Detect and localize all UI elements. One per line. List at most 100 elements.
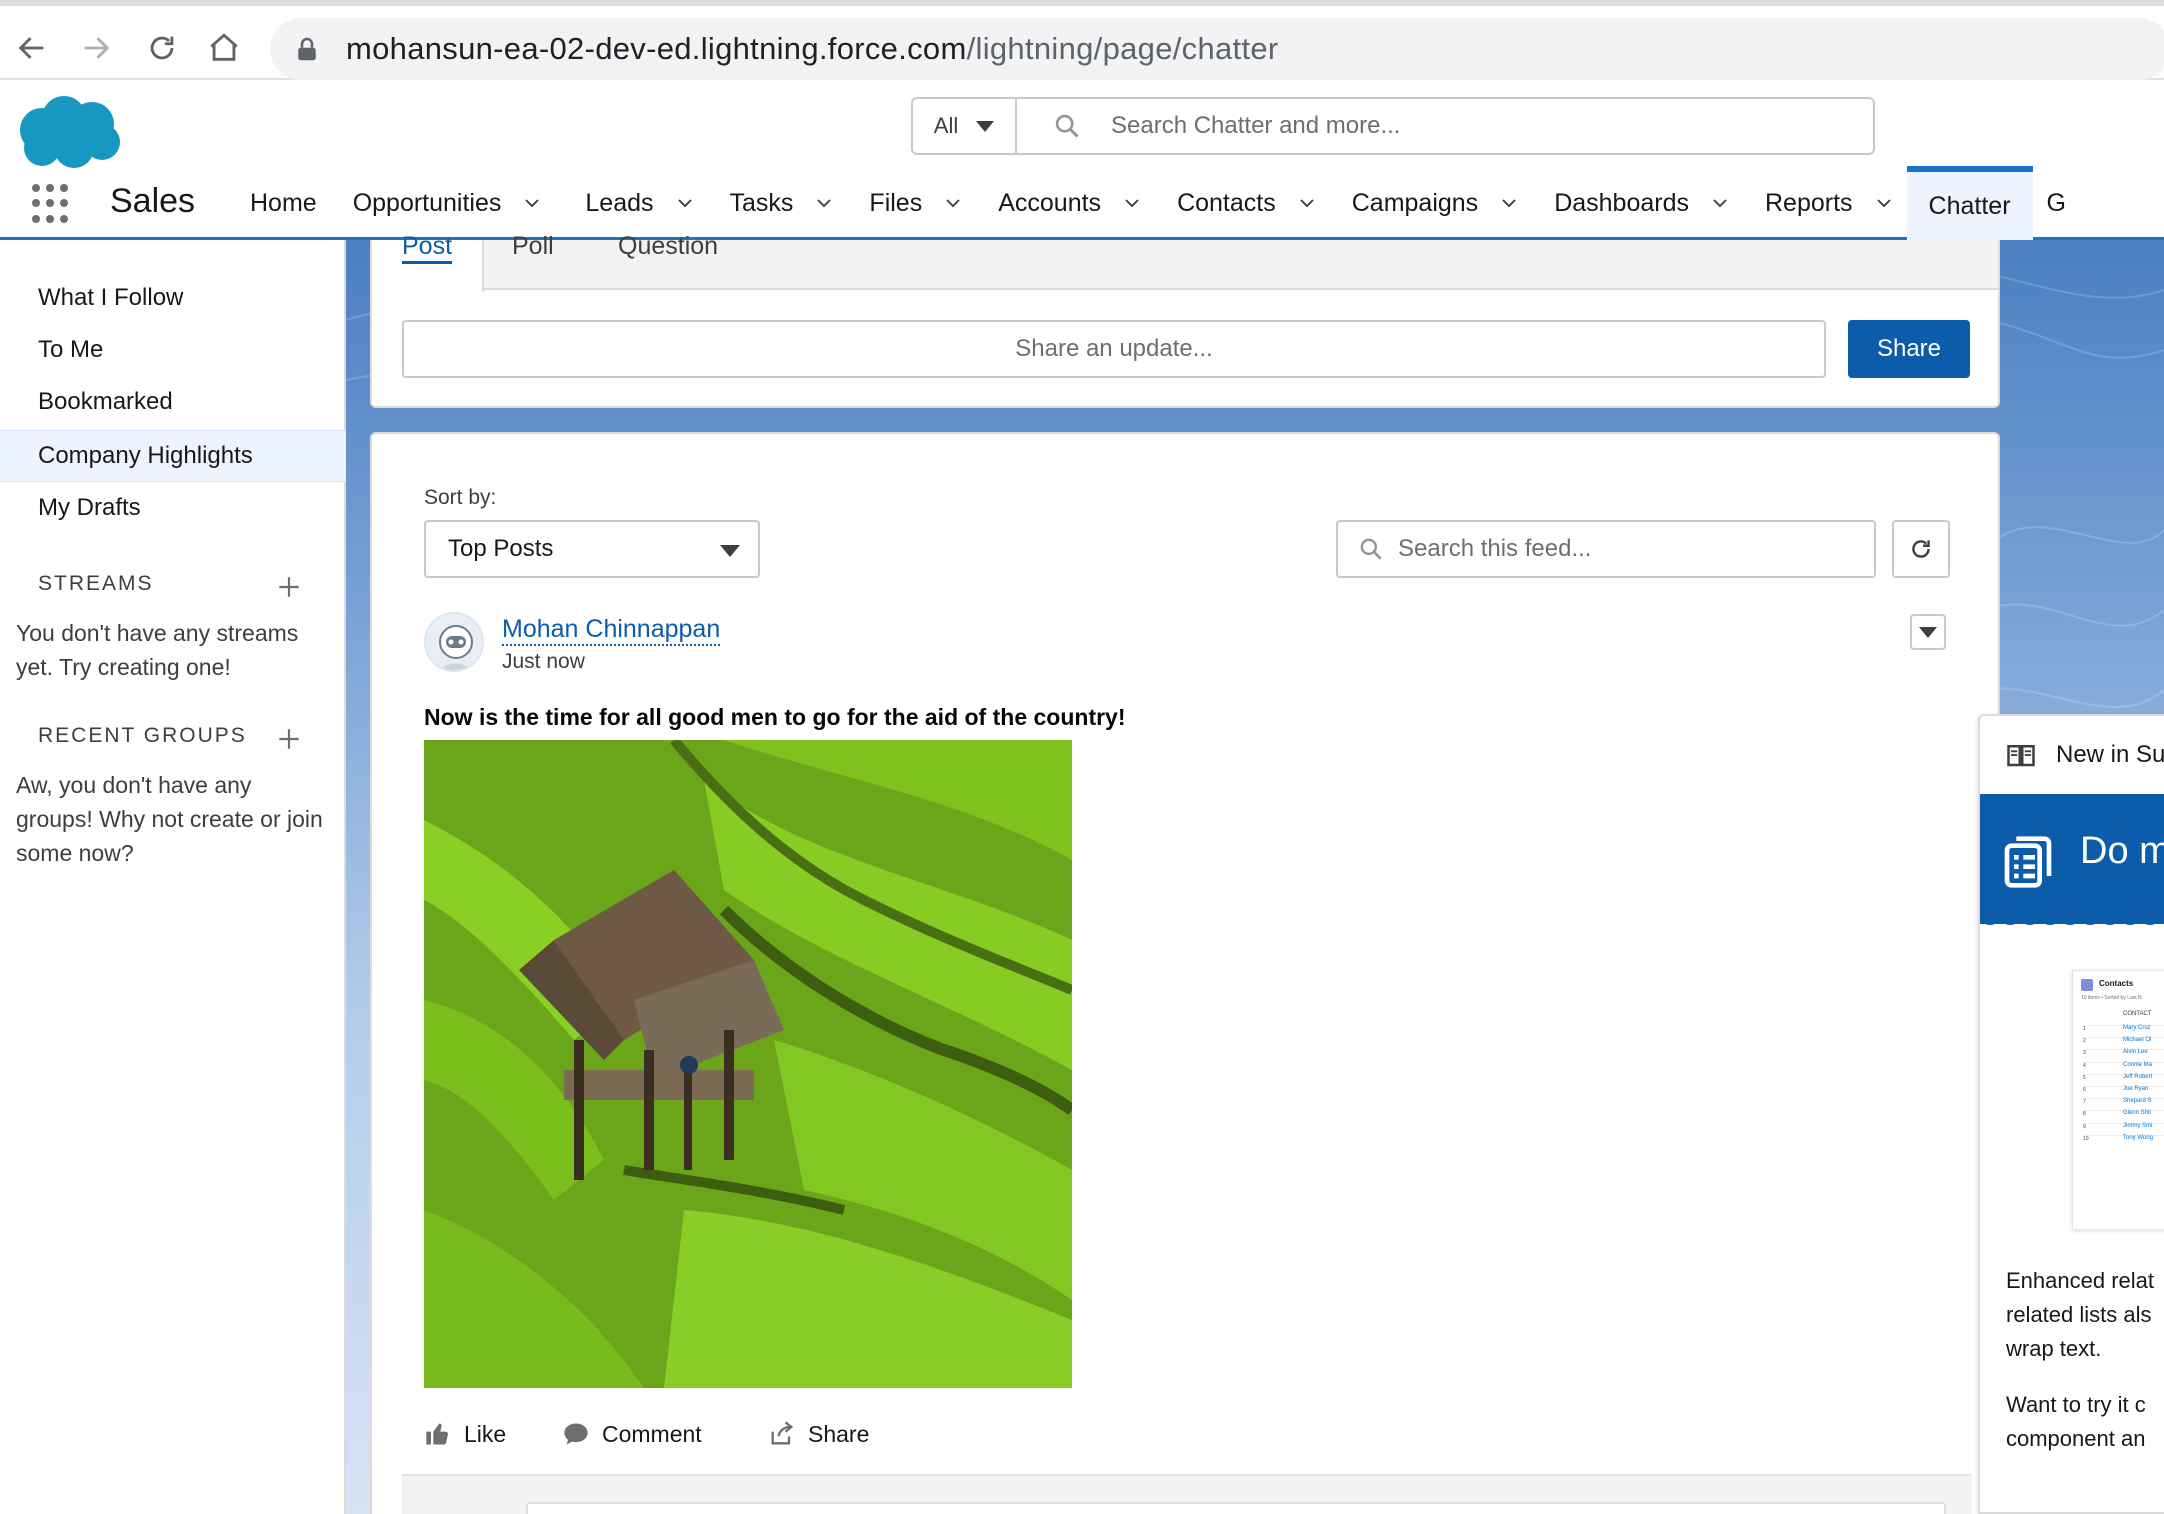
global-search[interactable]: All Search Chatter and more...: [911, 97, 1875, 155]
feed-search-placeholder: Search this feed...: [1398, 535, 1592, 562]
post-timestamp[interactable]: Just now: [502, 650, 585, 674]
add-group-plus-icon[interactable]: [276, 726, 302, 752]
text-line: wrap text.: [2006, 1336, 2102, 1361]
comment-area: [402, 1474, 1972, 1514]
search-scope-value: All: [933, 113, 959, 138]
book-icon: [2007, 745, 2035, 767]
banner-wave: [1980, 912, 2164, 925]
tab-g[interactable]: G: [2033, 166, 2080, 240]
search-scope-select[interactable]: All: [913, 99, 1017, 153]
post-body-text: Now is the time for all good men to go f…: [424, 704, 1126, 730]
back-button[interactable]: [8, 24, 56, 72]
nav-tab-label: Opportunities: [352, 188, 502, 217]
url-path: /lightning/page/chatter: [966, 31, 1279, 66]
whats-new-banner: Do m: [1980, 794, 2164, 924]
tab-contacts[interactable]: Contacts: [1163, 166, 1330, 240]
chevron-down-icon[interactable]: [1711, 194, 1729, 212]
contacts-preview-image: Contacts 10 items • Sorted by Last N CON…: [2072, 970, 2164, 1230]
mini-row-name: Michael Ol: [2123, 1037, 2152, 1044]
like-button[interactable]: Like: [424, 1420, 506, 1448]
refresh-feed-button[interactable]: [1892, 520, 1950, 578]
sort-label: Sort by:: [424, 486, 497, 509]
tab-poll[interactable]: Poll: [512, 232, 554, 261]
chevron-down-icon[interactable]: [815, 194, 833, 212]
address-bar[interactable]: mohansun-ea-02-dev-ed.lightning.force.co…: [270, 18, 2164, 80]
feed-card: Sort by: Top Posts Search this feed... M…: [370, 432, 2000, 1514]
tab-campaigns[interactable]: Campaigns: [1338, 166, 1532, 240]
post-actions-menu-button[interactable]: [1910, 614, 1946, 650]
mini-column: CONTACT: [2123, 1011, 2152, 1017]
whats-new-header: New in Su: [1980, 716, 2164, 794]
sidebar-item-to-me[interactable]: To Me: [0, 324, 346, 376]
tab-dashboards[interactable]: Dashboards: [1540, 166, 1743, 240]
search-icon: [1360, 538, 1382, 560]
author-avatar[interactable]: [424, 612, 484, 672]
tab-post[interactable]: Post: [402, 232, 453, 264]
share-post-button[interactable]: Share: [768, 1420, 869, 1448]
feed-search-input[interactable]: Search this feed...: [1336, 520, 1876, 578]
url-host: mohansun-ea-02-dev-ed.lightning.force.co…: [346, 31, 967, 66]
tab-reports[interactable]: Reports: [1751, 166, 1907, 240]
comment-input[interactable]: [526, 1502, 1946, 1514]
nav-tab-label: Reports: [1765, 188, 1853, 217]
post-image[interactable]: [424, 740, 1072, 1388]
chevron-down-icon[interactable]: [1298, 194, 1316, 212]
chevron-down-icon[interactable]: [1875, 194, 1893, 212]
reload-icon: [150, 36, 174, 60]
nav-tab-label: Tasks: [729, 188, 794, 217]
streams-heading: STREAMS: [38, 572, 154, 595]
tab-home[interactable]: Home: [236, 166, 331, 240]
reload-button[interactable]: [138, 24, 186, 72]
streams-empty-note: You don't have any streams yet. Try crea…: [16, 620, 299, 680]
sidebar-item-what-i-follow[interactable]: What I Follow: [0, 272, 346, 324]
tab-question[interactable]: Question: [618, 232, 718, 261]
share-arrow-icon: [771, 1421, 794, 1445]
publisher-tabs: Post Poll Question: [372, 232, 1998, 292]
lock-icon: [298, 37, 316, 61]
tab-accounts[interactable]: Accounts: [984, 166, 1155, 240]
nav-tab-label: Accounts: [998, 188, 1102, 217]
tab-tasks[interactable]: Tasks: [716, 166, 848, 240]
text-line: Enhanced relat: [2006, 1268, 2154, 1293]
banner-title: Do m: [2080, 830, 2164, 872]
tab-opportunities[interactable]: Opportunities: [339, 166, 556, 240]
sidebar-item-my-drafts[interactable]: My Drafts: [0, 482, 346, 534]
list-document-icon: [2004, 836, 2052, 888]
sort-select[interactable]: Top Posts: [424, 520, 760, 578]
text-line: Want to try it c: [2006, 1392, 2146, 1417]
salesforce-logo-icon[interactable]: [12, 90, 122, 172]
home-icon: [210, 33, 238, 61]
comment-button[interactable]: Comment: [562, 1420, 702, 1448]
whats-new-text-1: Enhanced relat related lists als wrap te…: [2006, 1264, 2164, 1366]
chevron-down-icon[interactable]: [523, 194, 541, 212]
chevron-down-icon[interactable]: [1500, 194, 1518, 212]
sidebar-item-bookmarked[interactable]: Bookmarked: [0, 376, 346, 428]
rice-field-hut-image: [424, 740, 1072, 1388]
comment-bubble-icon: [564, 1423, 588, 1445]
caret-down-icon: [1919, 626, 1937, 638]
share-update-input[interactable]: Share an update...: [402, 320, 1826, 378]
add-stream-plus-icon[interactable]: [276, 574, 302, 600]
contacts-icon: [2081, 979, 2093, 991]
chevron-down-icon[interactable]: [676, 194, 694, 212]
global-search-placeholder: Search Chatter and more...: [1111, 112, 1401, 139]
nav-tab-label: Chatter: [1928, 191, 2011, 220]
sidebar-item-company-highlights[interactable]: Company Highlights: [0, 430, 346, 482]
mini-row-name: Jimmy Smi: [2123, 1122, 2153, 1129]
forward-button[interactable]: [72, 24, 120, 72]
mini-row-name: Joe Ryan: [2123, 1086, 2149, 1092]
nav-tab-label: Campaigns: [1351, 188, 1479, 217]
publisher-card: Post Poll Question Share an update... Sh…: [370, 232, 2000, 408]
post-author-link[interactable]: Mohan Chinnappan: [502, 614, 721, 646]
tab-chatter[interactable]: Chatter: [1906, 166, 2033, 240]
tab-leads[interactable]: Leads: [571, 166, 707, 240]
nav-tab-label: Leads: [585, 188, 654, 217]
chevron-down-icon[interactable]: [1123, 194, 1141, 212]
nav-tab-label: Files: [869, 188, 923, 217]
share-button[interactable]: Share: [1848, 320, 1970, 378]
chevron-down-icon[interactable]: [944, 194, 962, 212]
tab-files[interactable]: Files: [855, 166, 976, 240]
app-launcher-button[interactable]: [32, 184, 72, 224]
home-button[interactable]: [200, 24, 248, 72]
mini-row-name: Mary Cruz: [2123, 1025, 2151, 1031]
